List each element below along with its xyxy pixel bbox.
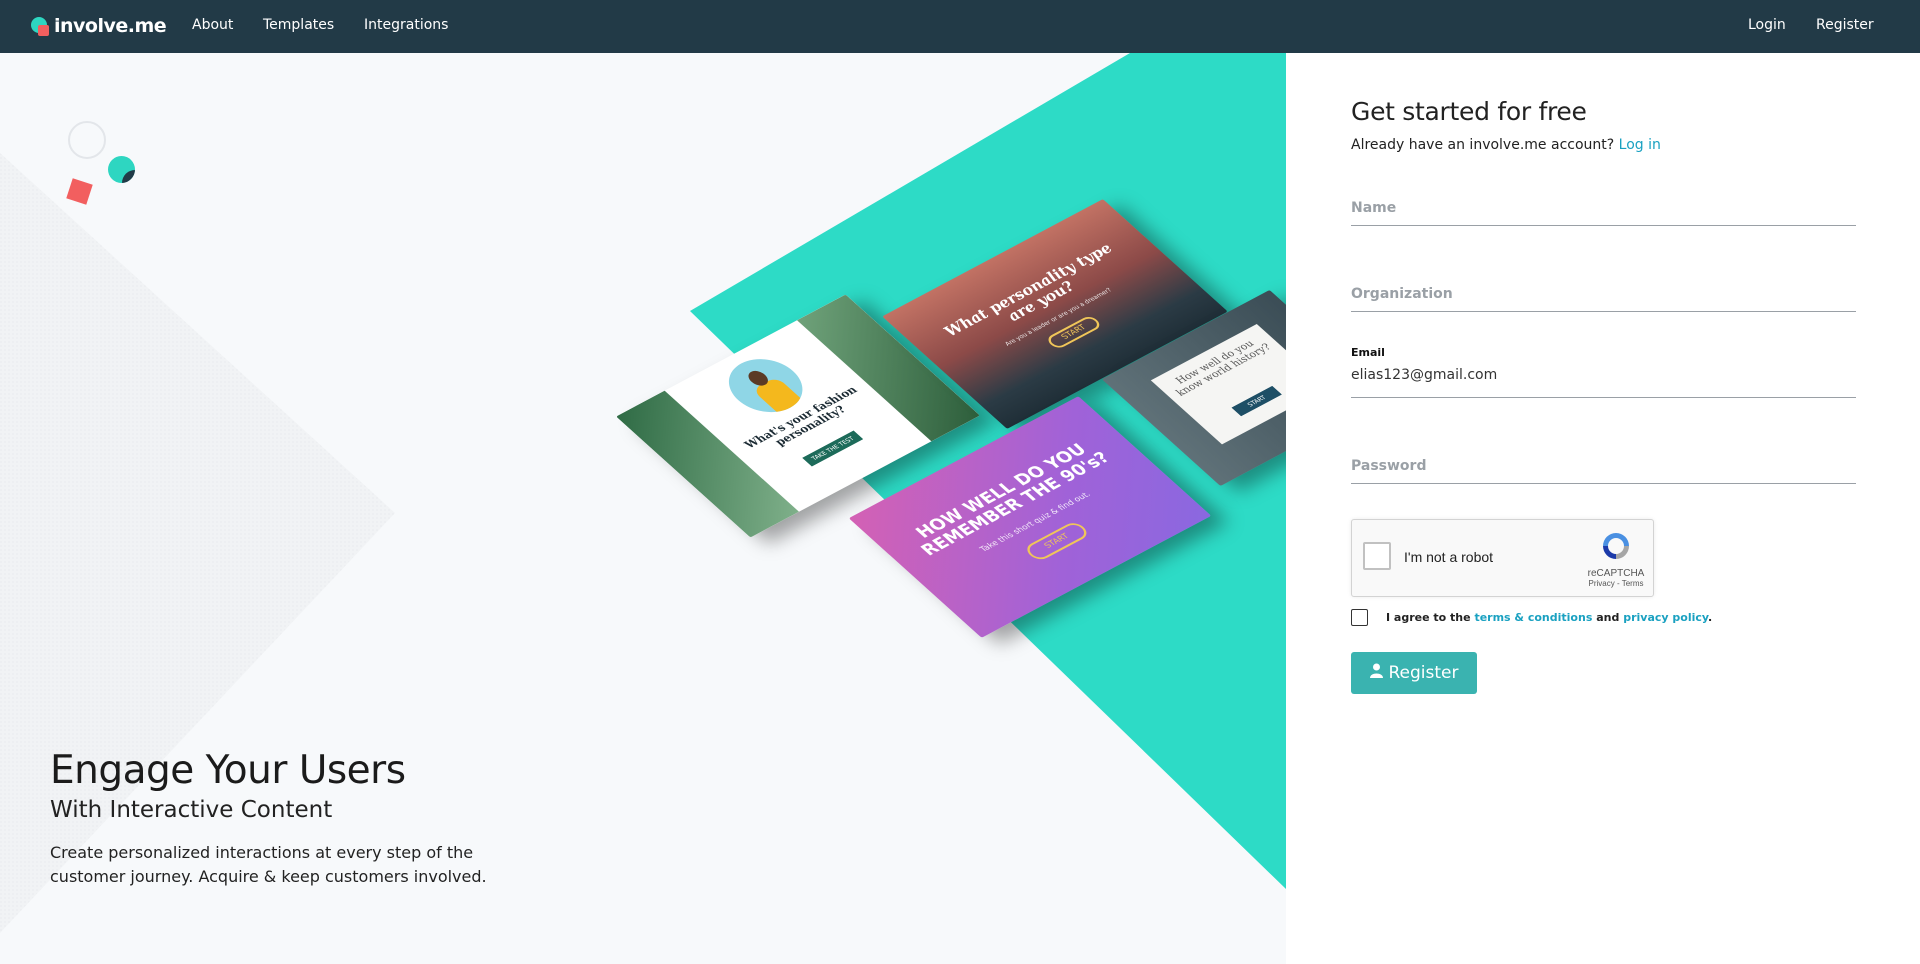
email-label: Email xyxy=(1351,346,1385,359)
hero-section: What's your fashion personality? TAKE TH… xyxy=(0,53,1286,964)
organization-placeholder: Organization xyxy=(1351,286,1453,302)
recaptcha-widget: I'm not a robot reCAPTCHA Privacy - Term… xyxy=(1351,519,1654,597)
form-title: Get started for free xyxy=(1351,97,1587,126)
logo[interactable]: involve.me xyxy=(31,14,167,38)
name-placeholder: Name xyxy=(1351,200,1397,216)
card-button: TAKE THE TEST xyxy=(802,430,864,467)
recaptcha-icon xyxy=(1603,533,1629,559)
recaptcha-brand: reCAPTCHA xyxy=(1587,568,1645,579)
terms-link[interactable]: terms & conditions xyxy=(1474,611,1592,624)
terms-prefix: I agree to the xyxy=(1386,611,1471,624)
email-field[interactable]: Email elias123@gmail.com xyxy=(1351,346,1856,398)
nav-link-templates[interactable]: Templates xyxy=(263,17,334,33)
user-icon xyxy=(1369,663,1383,683)
logo-mark-icon xyxy=(31,14,53,38)
account-prompt: Already have an involve.me account? Log … xyxy=(1351,137,1661,153)
hero-subtitle: With Interactive Content xyxy=(50,797,333,823)
recaptcha-checkbox[interactable] xyxy=(1363,542,1391,570)
terms-checkbox[interactable] xyxy=(1351,609,1368,626)
logo-text: involve.me xyxy=(54,15,167,37)
account-prompt-text: Already have an involve.me account? xyxy=(1351,137,1615,153)
recaptcha-logo: reCAPTCHA Privacy - Terms xyxy=(1584,530,1648,588)
nav-link-integrations[interactable]: Integrations xyxy=(364,17,448,33)
register-button[interactable]: Register xyxy=(1351,652,1477,694)
decor-dot-icon xyxy=(108,156,135,183)
terms-suffix: . xyxy=(1708,611,1713,624)
nav-link-register[interactable]: Register xyxy=(1816,17,1874,33)
terms-agreement: I agree to the terms & conditions and pr… xyxy=(1351,609,1712,626)
login-link[interactable]: Log in xyxy=(1619,137,1661,153)
recaptcha-label: I'm not a robot xyxy=(1404,549,1494,565)
password-placeholder: Password xyxy=(1351,458,1427,474)
hero-description: Create personalized interactions at ever… xyxy=(50,843,487,886)
privacy-link[interactable]: privacy policy xyxy=(1623,611,1708,624)
password-field[interactable]: Password xyxy=(1351,455,1856,484)
name-field[interactable]: Name xyxy=(1351,197,1856,226)
signup-panel: Get started for free Already have an inv… xyxy=(1286,53,1920,964)
hero-title: Engage Your Users xyxy=(50,748,406,793)
terms-and: and xyxy=(1596,611,1620,624)
register-button-label: Register xyxy=(1388,663,1459,683)
terms-text: I agree to the terms & conditions and pr… xyxy=(1386,611,1712,624)
email-value: elias123@gmail.com xyxy=(1351,367,1498,383)
nav-link-login[interactable]: Login xyxy=(1748,17,1786,33)
organization-field[interactable]: Organization xyxy=(1351,283,1856,312)
nav-link-about[interactable]: About xyxy=(192,17,233,33)
recaptcha-links[interactable]: Privacy - Terms xyxy=(1584,579,1648,588)
decor-ring-icon xyxy=(68,121,106,159)
top-navbar: involve.me About Templates Integrations … xyxy=(0,0,1920,53)
